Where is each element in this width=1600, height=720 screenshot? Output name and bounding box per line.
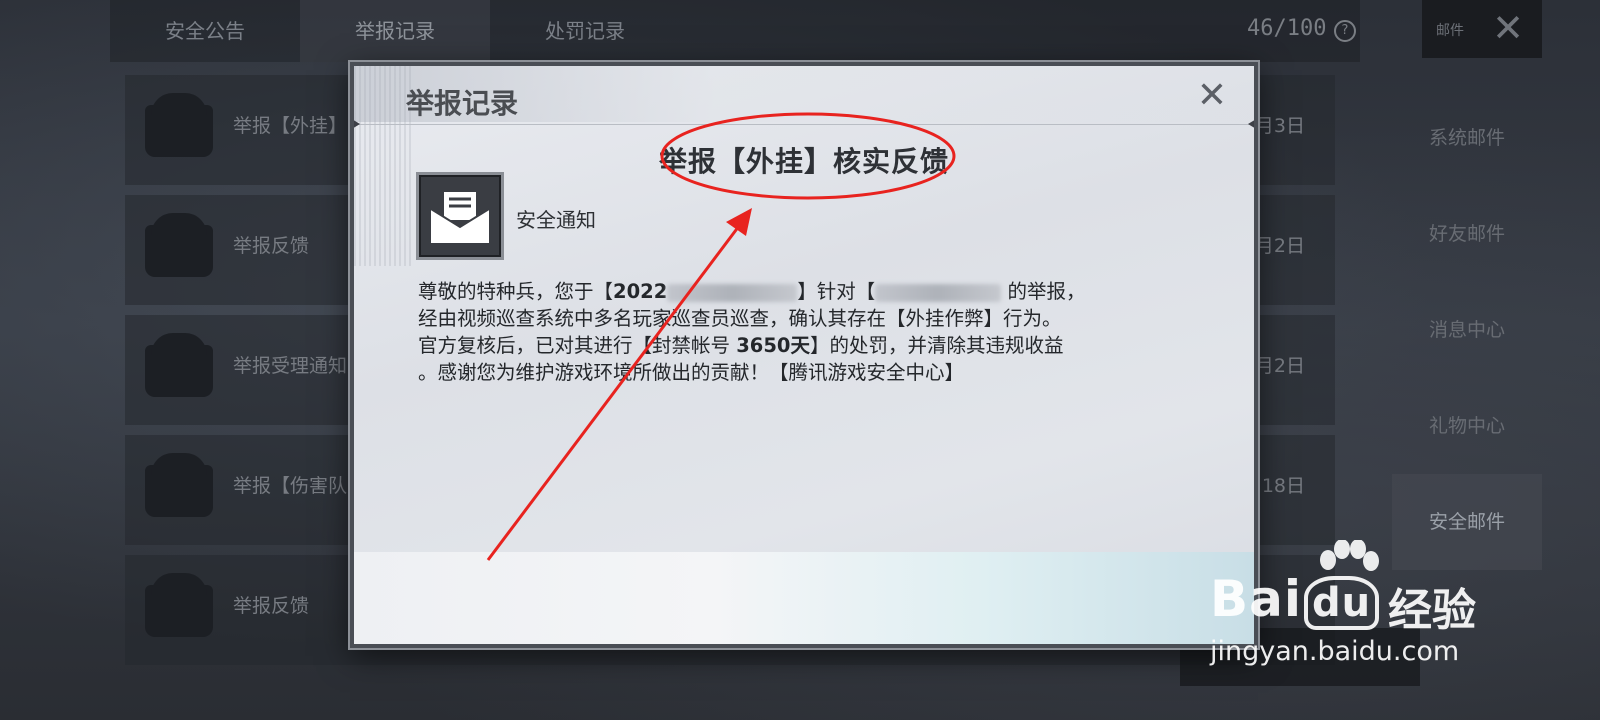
header-divider	[354, 124, 1254, 125]
envelope-icon	[145, 573, 213, 637]
question-circle-icon[interactable]: ?	[1334, 20, 1356, 42]
list-item-title: 举报反馈	[233, 235, 310, 257]
top-tab-bar: 安全公告 举报记录 处罚记录	[110, 0, 1360, 62]
baidu-watermark: Bai du 经验 jingyan.baidu.com	[1210, 540, 1590, 690]
nav-gift-center[interactable]: 礼物中心	[1392, 378, 1542, 474]
list-item-date: 月2日	[1254, 355, 1305, 377]
report-record-dialog: 举报记录 ✕ 举报【外挂】核实反馈 安全通知 尊敬的特种兵，您于【2022 】针对…	[350, 62, 1258, 648]
message-line: 。感谢您为维护游戏环境所做出的贡献！【腾讯游戏安全中心】	[418, 361, 965, 384]
message-line: 官方复核后，已对其进行【封禁帐号 3650天】的处罚，并清除其违规收益	[418, 334, 1064, 357]
list-item-title: 举报反馈	[233, 595, 310, 617]
divider-notch-right	[1248, 118, 1254, 130]
redacted-player	[875, 283, 1002, 302]
tab-security-notice[interactable]: 安全公告	[110, 0, 300, 62]
mail-counter: 46/100	[1247, 16, 1327, 41]
divider-notch-left	[354, 118, 360, 130]
list-item-date: 月3日	[1254, 115, 1305, 137]
close-icon[interactable]: ✕	[1488, 8, 1528, 48]
nav-friend-mail[interactable]: 好友邮件	[1392, 186, 1542, 282]
dialog-title: 举报记录	[406, 87, 519, 120]
list-item-date: 月2日	[1254, 235, 1305, 257]
sender-name: 安全通知	[516, 208, 596, 232]
mail-category-nav: 系统邮件 好友邮件 消息中心 礼物中心 安全邮件	[1392, 90, 1542, 570]
nav-system-mail[interactable]: 系统邮件	[1392, 90, 1542, 186]
envelope-icon	[145, 453, 213, 517]
nav-message-center[interactable]: 消息中心	[1392, 282, 1542, 378]
list-item-title: 举报【外挂】	[233, 115, 348, 137]
message-body: 尊敬的特种兵，您于【2022 】针对【 的举报， 经由视频巡查系统中多名玩家巡查员…	[418, 278, 1208, 386]
baidu-jingyan-label: 经验	[1388, 585, 1476, 636]
message-line: 尊敬的特种兵，您于【2022 】针对【 的举报，	[418, 280, 1086, 303]
message-line: 经由视频巡查系统中多名玩家巡查员巡查，确认其存在【外挂作弊】行为。	[418, 307, 1062, 330]
envelope-icon	[145, 213, 213, 277]
close-icon[interactable]: ✕	[1192, 76, 1232, 116]
baidu-logo-text: Bai du	[1210, 570, 1380, 630]
baidu-url: jingyan.baidu.com	[1210, 636, 1460, 667]
list-item-title: 举报受理通知	[233, 355, 348, 377]
tab-penalty-records[interactable]: 处罚记录	[490, 0, 680, 62]
redacted-date	[667, 283, 798, 302]
envelope-icon	[145, 333, 213, 397]
dialog-footer-art	[354, 552, 1254, 644]
tab-report-records[interactable]: 举报记录	[300, 0, 490, 62]
mail-envelope-icon	[416, 172, 504, 260]
envelope-icon	[145, 93, 213, 157]
list-item-title: 举报【伤害队	[233, 475, 348, 497]
list-item-date: 18日	[1261, 475, 1305, 497]
